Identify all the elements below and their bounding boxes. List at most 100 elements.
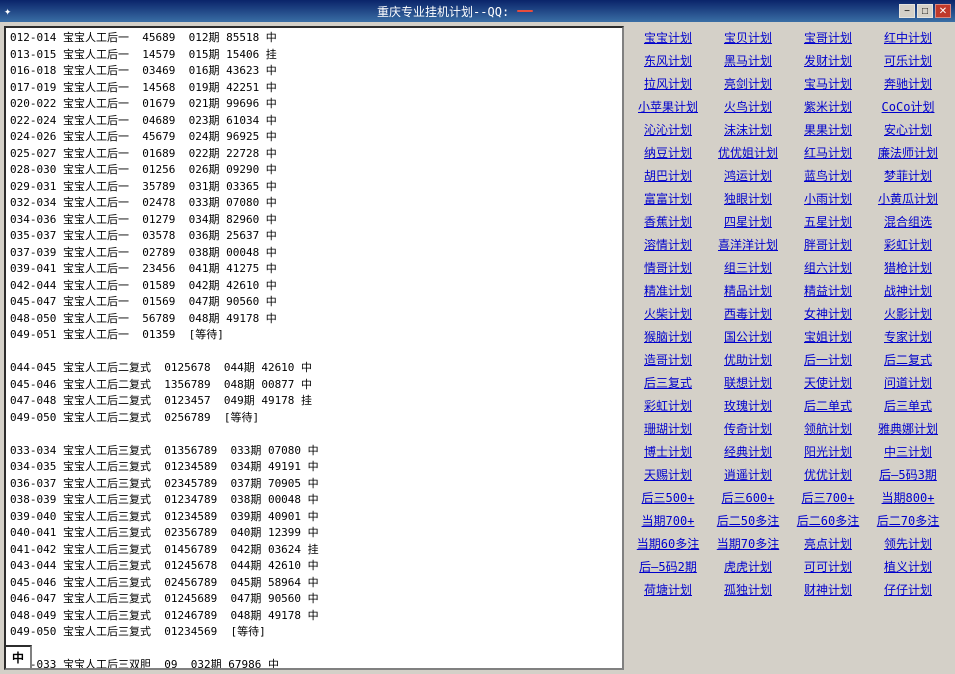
plan-link[interactable]: 红马计划 — [788, 141, 868, 164]
plan-link[interactable]: 女神计划 — [788, 302, 868, 325]
plan-link[interactable]: 亮点计划 — [788, 532, 868, 555]
plan-link[interactable]: 逍遥计划 — [708, 463, 788, 486]
plan-link[interactable]: 当期60多注 — [628, 532, 708, 555]
plan-link[interactable]: 宝哥计划 — [788, 26, 868, 49]
plan-link[interactable]: 精准计划 — [628, 279, 708, 302]
plan-link[interactable]: 造哥计划 — [628, 348, 708, 371]
plan-link[interactable]: 彩虹计划 — [868, 233, 948, 256]
plan-link[interactable]: 拉风计划 — [628, 72, 708, 95]
plan-link[interactable]: 中三计划 — [868, 440, 948, 463]
plan-link[interactable]: 当期800+ — [868, 486, 948, 509]
plan-link[interactable]: 传奇计划 — [708, 417, 788, 440]
plan-link[interactable]: 五星计划 — [788, 210, 868, 233]
plan-link[interactable]: 胖哥计划 — [788, 233, 868, 256]
plan-link[interactable]: 领航计划 — [788, 417, 868, 440]
left-content-scroll[interactable]: 012-014 宝宝人工后一 45689 012期 85518 中 013-01… — [6, 28, 622, 668]
plan-link[interactable]: 孤独计划 — [708, 578, 788, 601]
plan-link[interactable]: 领先计划 — [868, 532, 948, 555]
plan-link[interactable]: 火柴计划 — [628, 302, 708, 325]
plan-link[interactable]: 西毒计划 — [708, 302, 788, 325]
plan-link[interactable]: 优优计划 — [788, 463, 868, 486]
plan-link[interactable]: 后二60多注 — [788, 509, 868, 532]
plan-link[interactable]: 鸿运计划 — [708, 164, 788, 187]
plan-link[interactable]: 天使计划 — [788, 371, 868, 394]
plan-link[interactable]: 国公计划 — [708, 325, 788, 348]
close-button[interactable]: ✕ — [935, 4, 951, 18]
plan-link[interactable]: 亮剑计划 — [708, 72, 788, 95]
plan-link[interactable]: 后二70多注 — [868, 509, 948, 532]
plan-link[interactable]: 小苹果计划 — [628, 95, 708, 118]
plan-link[interactable]: 可乐计划 — [868, 49, 948, 72]
plan-link[interactable]: 溶情计划 — [628, 233, 708, 256]
plan-link[interactable]: 仔仔计划 — [868, 578, 948, 601]
plan-link[interactable]: 精益计划 — [788, 279, 868, 302]
plan-link[interactable]: 精品计划 — [708, 279, 788, 302]
plan-link[interactable]: 香蕉计划 — [628, 210, 708, 233]
plan-link[interactable]: 后三单式 — [868, 394, 948, 417]
plan-link[interactable]: 后—5码3期 — [868, 463, 948, 486]
plan-link[interactable]: CoCo计划 — [868, 95, 948, 118]
plan-link[interactable]: 安心计划 — [868, 118, 948, 141]
plan-link[interactable]: 优助计划 — [708, 348, 788, 371]
plan-link[interactable]: 天赐计划 — [628, 463, 708, 486]
plan-link[interactable]: 宝马计划 — [788, 72, 868, 95]
plan-link[interactable]: 东风计划 — [628, 49, 708, 72]
plan-link[interactable]: 植义计划 — [868, 555, 948, 578]
plan-link[interactable]: 猎枪计划 — [868, 256, 948, 279]
plan-link[interactable]: 战神计划 — [868, 279, 948, 302]
minimize-button[interactable]: − — [899, 4, 915, 18]
plan-link[interactable]: 后三500+ — [628, 486, 708, 509]
maximize-button[interactable]: □ — [917, 4, 933, 18]
plan-link[interactable]: 火鸟计划 — [708, 95, 788, 118]
plan-link[interactable]: 小雨计划 — [788, 187, 868, 210]
plan-link[interactable]: 黑马计划 — [708, 49, 788, 72]
plan-link[interactable]: 财神计划 — [788, 578, 868, 601]
plan-link[interactable]: 沁沁计划 — [628, 118, 708, 141]
plan-link[interactable]: 后二50多注 — [708, 509, 788, 532]
plan-link[interactable]: 后一计划 — [788, 348, 868, 371]
plan-link[interactable]: 后二复式 — [868, 348, 948, 371]
plan-link[interactable]: 宝姐计划 — [788, 325, 868, 348]
plan-link[interactable]: 专家计划 — [868, 325, 948, 348]
plan-link[interactable]: 后三700+ — [788, 486, 868, 509]
plan-link[interactable]: 问道计划 — [868, 371, 948, 394]
plan-link[interactable]: 联想计划 — [708, 371, 788, 394]
plan-link[interactable]: 后三600+ — [708, 486, 788, 509]
plan-link[interactable]: 虎虎计划 — [708, 555, 788, 578]
plan-link[interactable]: 经典计划 — [708, 440, 788, 463]
plan-link[interactable]: 红中计划 — [868, 26, 948, 49]
plan-link[interactable]: 彩虹计划 — [628, 394, 708, 417]
plan-link[interactable]: 阳光计划 — [788, 440, 868, 463]
plan-link[interactable]: 沫沫计划 — [708, 118, 788, 141]
plan-link[interactable]: 宝宝计划 — [628, 26, 708, 49]
plan-link[interactable]: 发财计划 — [788, 49, 868, 72]
plan-link[interactable]: 富富计划 — [628, 187, 708, 210]
plan-link[interactable]: 廉法师计划 — [868, 141, 948, 164]
plan-link[interactable]: 混合组选 — [868, 210, 948, 233]
plan-link[interactable]: 后—5码2期 — [628, 555, 708, 578]
plan-link[interactable]: 紫米计划 — [788, 95, 868, 118]
plan-link[interactable]: 后三复式 — [628, 371, 708, 394]
plan-link[interactable]: 荷塘计划 — [628, 578, 708, 601]
plan-link[interactable]: 纳豆计划 — [628, 141, 708, 164]
plan-link[interactable]: 小黄瓜计划 — [868, 187, 948, 210]
plan-link[interactable]: 优优姐计划 — [708, 141, 788, 164]
plan-link[interactable]: 组六计划 — [788, 256, 868, 279]
plan-link[interactable]: 蓝鸟计划 — [788, 164, 868, 187]
plan-link[interactable]: 情哥计划 — [628, 256, 708, 279]
plan-link[interactable]: 果果计划 — [788, 118, 868, 141]
plan-link[interactable]: 四星计划 — [708, 210, 788, 233]
plan-link[interactable]: 奔驰计划 — [868, 72, 948, 95]
plan-link[interactable]: 宝贝计划 — [708, 26, 788, 49]
plan-link[interactable]: 组三计划 — [708, 256, 788, 279]
plan-link[interactable]: 珊瑚计划 — [628, 417, 708, 440]
plan-link[interactable]: 博士计划 — [628, 440, 708, 463]
plan-link[interactable]: 独眼计划 — [708, 187, 788, 210]
plan-link[interactable]: 猴脑计划 — [628, 325, 708, 348]
plan-link[interactable]: 可可计划 — [788, 555, 868, 578]
plan-link[interactable]: 雅典娜计划 — [868, 417, 948, 440]
plan-link[interactable]: 当期700+ — [628, 509, 708, 532]
plan-link[interactable]: 后二单式 — [788, 394, 868, 417]
plan-link[interactable]: 当期70多注 — [708, 532, 788, 555]
plan-link[interactable]: 玫瑰计划 — [708, 394, 788, 417]
